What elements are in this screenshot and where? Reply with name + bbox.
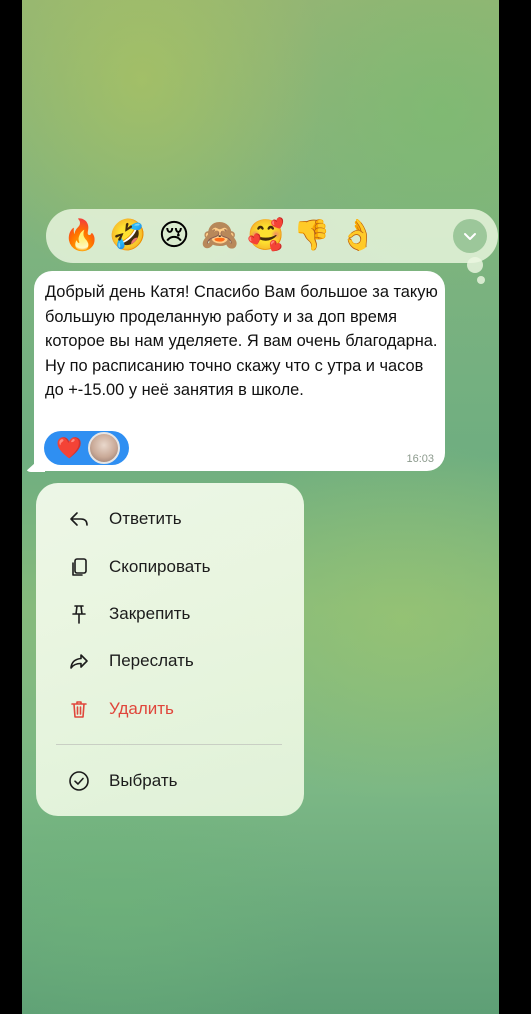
menu-item-reply[interactable]: Ответить bbox=[36, 499, 304, 539]
reaction-bar-tail bbox=[467, 257, 483, 273]
message-time: 16:03 bbox=[406, 453, 434, 465]
forward-icon bbox=[70, 654, 88, 669]
reaction-fire[interactable]: 🔥 bbox=[60, 214, 104, 258]
message-text: Добрый день Катя! Спасибо Вам большое за… bbox=[45, 283, 438, 400]
menu-item-delete[interactable]: Удалить bbox=[36, 689, 304, 729]
context-menu: Ответить Скопировать Закрепить Переслать bbox=[36, 483, 304, 816]
reaction-bar-tail-small bbox=[477, 276, 485, 284]
reaction-thumbs-down[interactable]: 👎 bbox=[290, 214, 334, 258]
menu-item-pin[interactable]: Закрепить bbox=[36, 594, 304, 634]
menu-divider bbox=[56, 744, 282, 745]
expand-reactions-button[interactable] bbox=[453, 219, 487, 253]
chat-screen: 🔥 🤣 😢 🙈 🥰 👎 👌 Добрый день Катя! Спасибо … bbox=[22, 0, 499, 1014]
menu-item-label: Переслать bbox=[109, 651, 194, 670]
menu-item-label: Выбрать bbox=[109, 771, 178, 790]
reply-icon bbox=[70, 512, 88, 526]
reaction-bar: 🔥 🤣 😢 🙈 🥰 👎 👌 bbox=[46, 209, 498, 263]
copy-icon bbox=[72, 558, 87, 576]
check-circle-icon bbox=[69, 771, 89, 791]
reaction-see-no-evil[interactable]: 🙈 bbox=[198, 214, 242, 258]
chevron-down-icon bbox=[464, 233, 476, 240]
menu-item-forward[interactable]: Переслать bbox=[36, 641, 304, 681]
menu-item-label: Скопировать bbox=[109, 557, 211, 576]
reaction-ok-hand[interactable]: 👌 bbox=[336, 214, 380, 258]
message-reaction-chip[interactable]: ❤️ bbox=[44, 431, 129, 465]
pin-icon bbox=[72, 605, 86, 624]
message-bubble[interactable]: Добрый день Катя! Спасибо Вам большое за… bbox=[34, 271, 445, 471]
reaction-crying[interactable]: 😢 bbox=[152, 214, 196, 258]
reactor-avatar bbox=[88, 432, 121, 464]
menu-item-copy[interactable]: Скопировать bbox=[36, 547, 304, 587]
heart-icon: ❤️ bbox=[56, 436, 83, 460]
menu-item-label: Удалить bbox=[109, 699, 174, 718]
menu-item-label: Закрепить bbox=[109, 604, 191, 623]
trash-icon bbox=[71, 701, 87, 718]
menu-item-select[interactable]: Выбрать bbox=[36, 761, 304, 801]
reaction-rofl[interactable]: 🤣 bbox=[106, 214, 150, 258]
menu-item-label: Ответить bbox=[109, 509, 182, 528]
reaction-smiling-hearts[interactable]: 🥰 bbox=[244, 214, 288, 258]
